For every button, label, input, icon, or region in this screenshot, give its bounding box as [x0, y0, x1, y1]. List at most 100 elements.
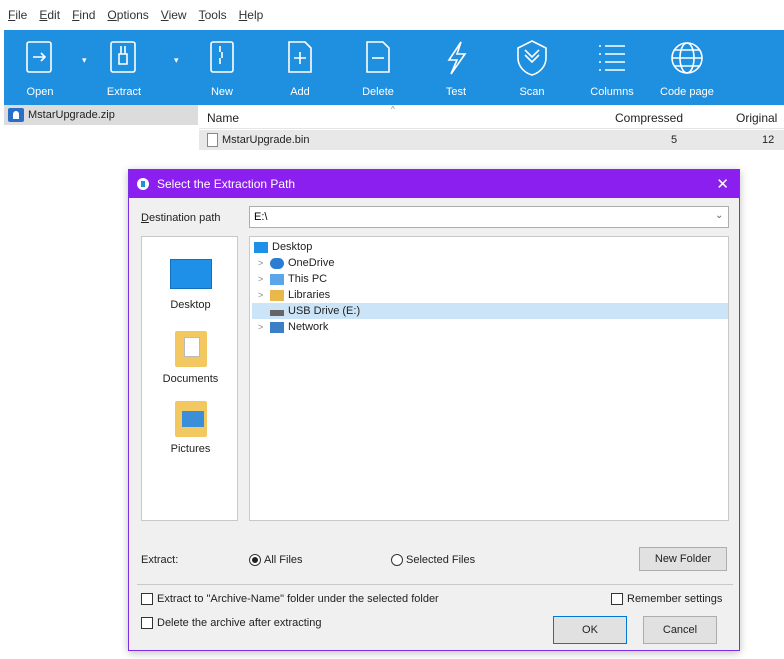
chevron-down-icon[interactable]: ⌄	[715, 210, 723, 221]
file-compressed: 5	[671, 134, 678, 146]
radio-all-files-label: All Files	[264, 554, 303, 566]
delete-label: Delete	[362, 86, 394, 98]
add-label: Add	[290, 86, 310, 98]
tree-node-desktop[interactable]: Desktop	[254, 239, 454, 255]
add-button[interactable]: Add	[278, 30, 322, 105]
extract-label: Extract:	[141, 554, 179, 566]
new-archive-icon	[210, 41, 234, 73]
tree-node-usb-drive-label: USB Drive (E:)	[288, 305, 361, 317]
delete-icon	[366, 41, 390, 73]
delete-after-extract-checkbox[interactable]: Delete the archive after extracting	[141, 617, 321, 629]
app-icon	[137, 178, 149, 190]
divider	[137, 584, 733, 585]
extract-to-folder-checkbox[interactable]: Extract to "Archive-Name" folder under t…	[141, 593, 439, 605]
file-name: MstarUpgrade.bin	[222, 134, 310, 146]
close-icon[interactable]: ✕	[716, 175, 729, 193]
open-button[interactable]: Open	[18, 30, 62, 105]
tree-node-onedrive-label: OneDrive	[288, 257, 335, 269]
menu-bar: File Edit Find Options View Tools Help	[0, 0, 784, 30]
remember-settings-checkbox[interactable]: Remember settings	[611, 593, 722, 605]
code-page-label: Code page	[660, 86, 714, 98]
column-header-name[interactable]: Name	[207, 111, 239, 125]
tree-node-onedrive[interactable]: > OneDrive	[258, 255, 458, 271]
globe-icon	[671, 42, 703, 74]
new-label: New	[210, 86, 233, 98]
destination-path-label: Destination path	[141, 212, 221, 224]
test-label: Test	[445, 86, 467, 98]
columns-icon	[599, 45, 625, 71]
place-desktop-label: Desktop	[170, 299, 211, 311]
scan-label: Scan	[519, 86, 545, 98]
place-documents-label: Documents	[162, 373, 219, 385]
radio-all-files[interactable]: All Files	[249, 554, 303, 566]
scan-button[interactable]: Scan	[510, 30, 554, 105]
chevron-right-icon[interactable]: >	[258, 290, 270, 300]
scan-shield-icon	[517, 40, 547, 76]
extraction-path-dialog: Select the Extraction Path ✕ Destination…	[128, 169, 740, 651]
test-button[interactable]: Test	[434, 30, 478, 105]
archive-root-label: MstarUpgrade.zip	[28, 109, 115, 121]
cloud-icon	[270, 257, 284, 269]
menu-file[interactable]: File	[8, 8, 27, 22]
checkbox-box[interactable]	[141, 617, 153, 629]
code-page-button[interactable]: Code page	[660, 30, 714, 105]
column-header-compressed[interactable]: Compressed	[615, 111, 683, 125]
place-pictures[interactable]: Pictures	[142, 401, 239, 455]
place-documents[interactable]: Documents	[142, 331, 239, 385]
checkbox-box[interactable]	[141, 593, 153, 605]
chevron-right-icon[interactable]: >	[258, 274, 270, 284]
chevron-right-icon[interactable]: >	[258, 258, 270, 268]
desktop-icon	[254, 241, 268, 253]
dialog-title-bar: Select the Extraction Path ✕	[129, 170, 739, 198]
table-row[interactable]: MstarUpgrade.bin 5 12	[199, 130, 784, 150]
tree-node-network-label: Network	[288, 321, 329, 333]
chevron-right-icon[interactable]: >	[258, 322, 270, 332]
file-icon	[207, 133, 218, 147]
tree-node-this-pc[interactable]: > This PC	[258, 271, 458, 287]
archive-tree-root[interactable]: MstarUpgrade.zip	[4, 105, 198, 125]
dialog-title: Select the Extraction Path	[157, 177, 296, 191]
radio-selected-files[interactable]: Selected Files	[391, 554, 475, 566]
delete-after-extract-label: Delete the archive after extracting	[157, 617, 322, 629]
cancel-button[interactable]: Cancel	[643, 616, 717, 644]
sort-arrow-icon: ^	[391, 105, 395, 114]
open-dropdown-icon[interactable]: ▾	[82, 55, 87, 66]
menu-find[interactable]: Find	[72, 8, 95, 22]
documents-folder-icon	[174, 331, 207, 367]
place-pictures-label: Pictures	[170, 443, 211, 455]
ok-button[interactable]: OK	[553, 616, 627, 644]
radio-all-files-dot[interactable]	[249, 554, 261, 566]
menu-view[interactable]: View	[161, 8, 187, 22]
columns-button[interactable]: Columns	[590, 30, 634, 105]
destination-path-input[interactable]	[249, 206, 729, 228]
open-icon	[26, 41, 52, 73]
places-panel: Desktop Documents Pictures	[141, 236, 238, 521]
checkbox-box[interactable]	[611, 593, 623, 605]
column-header-original[interactable]: Original	[736, 111, 777, 125]
radio-selected-files-label: Selected Files	[406, 554, 476, 566]
extract-button[interactable]: Extract	[102, 30, 146, 105]
extract-label: Extract	[106, 86, 142, 98]
tree-node-libraries[interactable]: > Libraries	[258, 287, 458, 303]
delete-button[interactable]: Delete	[356, 30, 400, 105]
tree-node-usb-drive[interactable]: USB Drive (E:)	[252, 303, 728, 319]
file-list-header: Name ^ Compressed Original	[199, 105, 784, 129]
radio-selected-files-dot[interactable]	[391, 554, 403, 566]
menu-help[interactable]: Help	[239, 8, 264, 22]
menu-tools[interactable]: Tools	[199, 8, 227, 22]
tree-node-network[interactable]: > Network	[258, 319, 458, 335]
extract-dropdown-icon[interactable]: ▾	[174, 55, 179, 66]
place-desktop[interactable]: Desktop	[142, 259, 239, 311]
libraries-icon	[270, 289, 284, 301]
menu-edit[interactable]: Edit	[39, 8, 60, 22]
columns-label: Columns	[590, 86, 634, 98]
toolbar: Open ▾ Extract ▾ New Add Delete Test Sca…	[4, 30, 784, 105]
pictures-folder-icon	[174, 401, 207, 437]
folder-tree: Desktop > OneDrive > This PC > Libraries…	[249, 236, 729, 521]
usb-drive-icon	[270, 310, 284, 316]
open-label: Open	[26, 86, 54, 98]
menu-options[interactable]: Options	[107, 8, 148, 22]
tree-node-libraries-label: Libraries	[288, 289, 331, 301]
new-button[interactable]: New	[200, 30, 244, 105]
new-folder-button[interactable]: New Folder	[639, 547, 727, 571]
